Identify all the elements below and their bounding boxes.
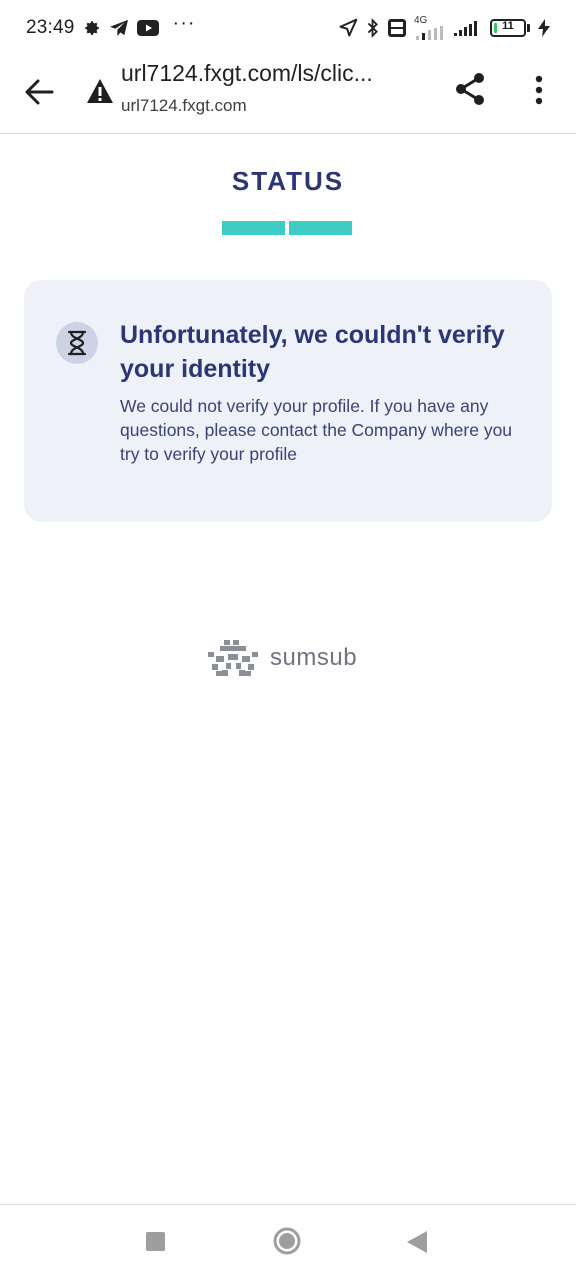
signal-icon-sim1: 4G [414, 16, 446, 40]
sumsub-logo-icon [208, 640, 258, 676]
page-title: STATUS [231, 166, 345, 196]
card-title: Unfortunately, we couldn't verify your i… [120, 321, 505, 383]
warning-icon[interactable] [86, 78, 114, 104]
gear-icon [83, 19, 101, 37]
brand-logo: sumsub [206, 638, 357, 678]
status-bar-right: 4G 11 [338, 16, 550, 40]
system-navigation-bar [0, 1204, 576, 1280]
step-progress [222, 221, 352, 235]
status-bar-left: 23:49 ··· [26, 13, 196, 39]
url-bar[interactable]: url7124.fxgt.com/ls/clic... [121, 60, 426, 87]
card-message: We could not verify your profile. If you… [120, 396, 513, 464]
home-icon[interactable] [273, 1227, 301, 1255]
recent-apps-icon[interactable] [146, 1232, 165, 1251]
battery-icon: 11 [490, 19, 530, 37]
step-segment [222, 221, 285, 235]
volte-icon [388, 19, 406, 37]
signal-icon-sim2 [454, 20, 482, 36]
bluetooth-icon [366, 18, 380, 38]
browser-toolbar: url7124.fxgt.com/ls/clic... url7124.fxgt… [0, 56, 576, 134]
back-icon[interactable] [406, 1230, 428, 1254]
status-bar: 23:49 ··· 4G 11 [0, 0, 576, 56]
location-icon [338, 18, 358, 38]
charging-icon [538, 19, 550, 37]
more-notifications-icon: ··· [172, 12, 196, 34]
menu-icon[interactable] [528, 72, 550, 108]
back-arrow-icon[interactable] [22, 75, 56, 109]
step-segment [289, 221, 352, 235]
url-domain[interactable]: url7124.fxgt.com [121, 96, 247, 116]
hourglass-icon [56, 322, 98, 364]
brand-name: sumsub [270, 644, 358, 671]
youtube-icon [136, 20, 159, 36]
telegram-icon [109, 19, 129, 37]
clock: 23:49 [26, 17, 75, 38]
share-icon[interactable] [452, 70, 490, 108]
status-card: Unfortunately, we couldn't verify your i… [24, 280, 552, 522]
